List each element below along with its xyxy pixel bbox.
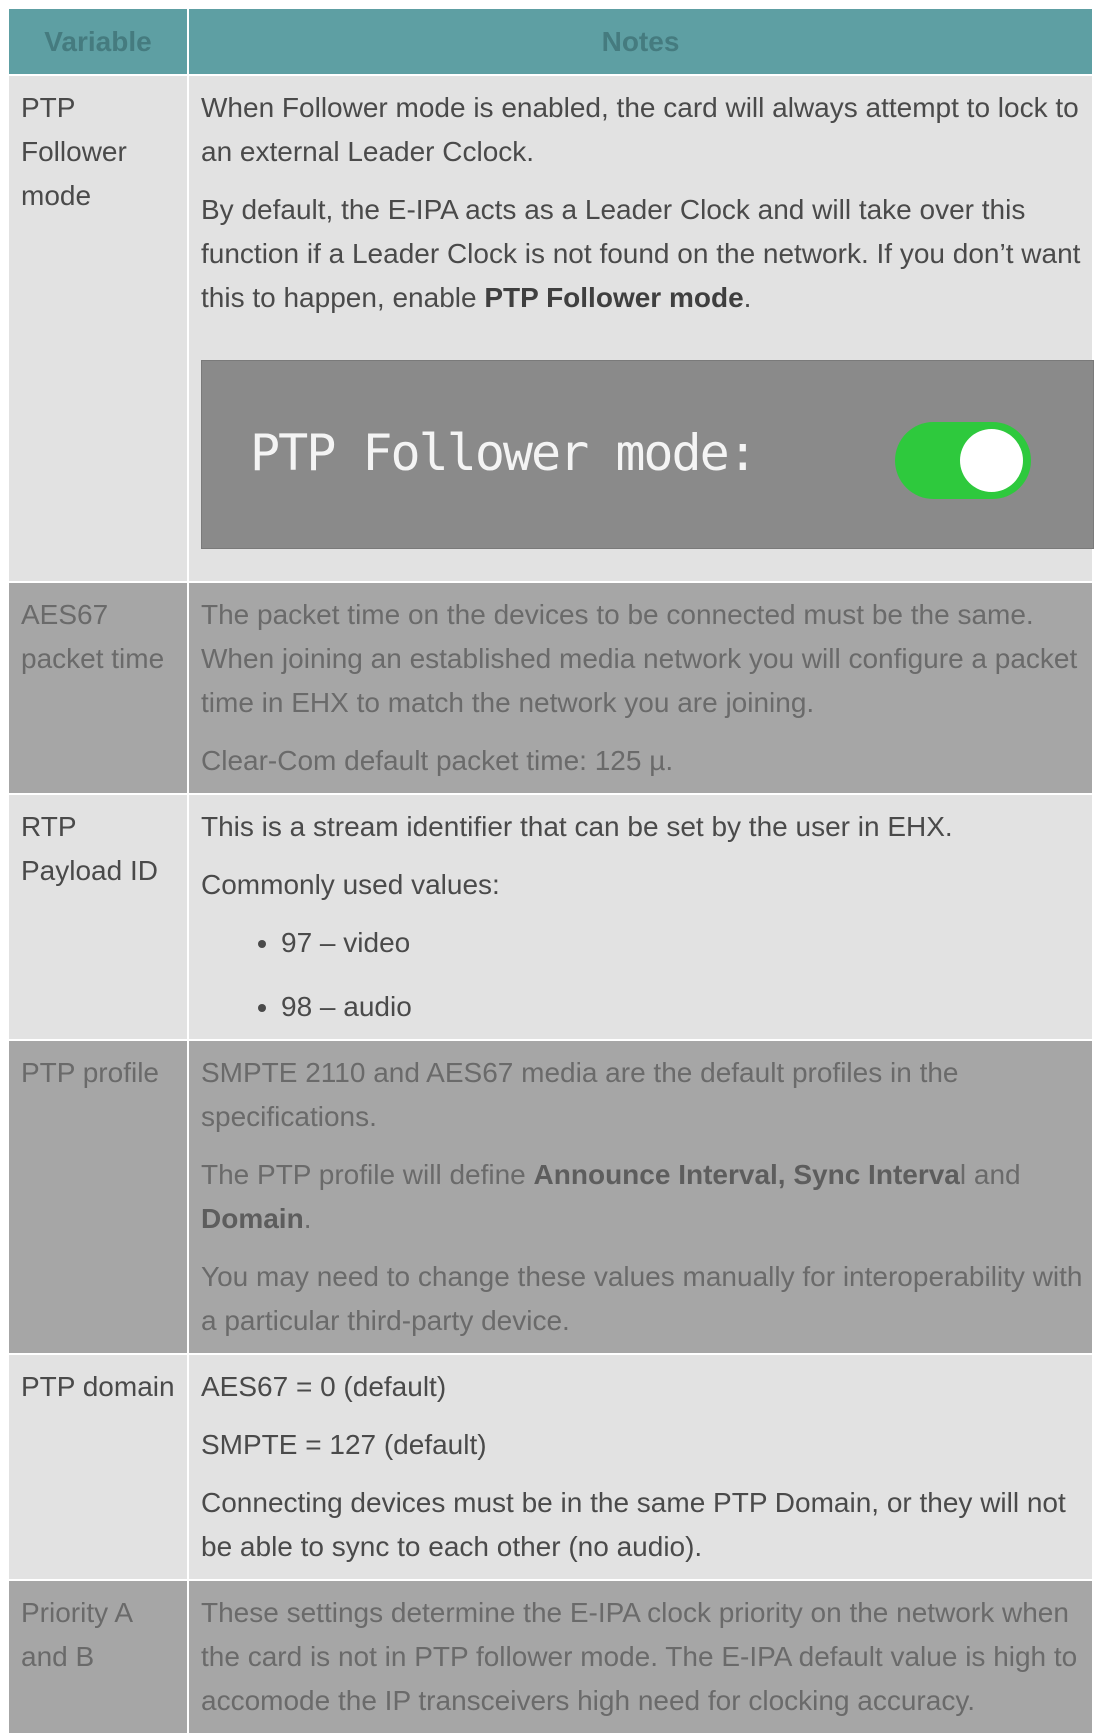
ptp-follower-toggle-switch[interactable] [895,422,1031,499]
notes-cell: SMPTE 2110 and AES67 media are the defau… [187,1039,1094,1355]
variable-cell: Priority A and B [7,1579,189,1735]
row-priority-a-and-b: Priority A and B These settings determin… [7,1579,1094,1735]
list-item: 98 – audio [281,985,1088,1029]
note-paragraph: This is a stream identifier that can be … [201,811,953,842]
notes-cell: AES67 = 0 (default) SMPTE = 127 (default… [187,1353,1094,1581]
note-paragraph: Connecting devices must be in the same P… [201,1487,1066,1562]
list-item: 97 – video [281,921,1088,965]
row-ptp-follower-mode: PTP Follower mode When Follower mode is … [7,74,1094,583]
header-notes: Notes [187,7,1094,76]
variable-cell: PTP Follower mode [7,74,189,583]
common-values-list: 97 – video 98 – audio [201,921,1088,1029]
note-paragraph: Clear-Com default packet time: 125 µ. [201,745,674,776]
notes-cell: This is a stream identifier that can be … [187,793,1094,1041]
note-paragraph: The packet time on the devices to be con… [201,599,1078,718]
note-paragraph: When Follower mode is enabled, the card … [201,92,1079,167]
bold-term: Announce Interval, Sync Interva [533,1159,960,1190]
bold-term: Domain [201,1203,304,1234]
note-paragraph: These settings determine the E-IPA clock… [201,1597,1078,1716]
note-paragraph: SMPTE 2110 and AES67 media are the defau… [201,1057,959,1132]
row-rtp-payload-id: RTP Payload ID This is a stream identifi… [7,793,1094,1041]
toggle-knob [960,429,1023,492]
note-paragraph: The PTP profile will define Announce Int… [201,1159,1021,1234]
notes-cell: The packet time on the devices to be con… [187,581,1094,795]
variables-table: Variable Notes PTP Follower mode When Fo… [7,7,1094,1735]
variable-cell: PTP domain [7,1353,189,1581]
variable-cell: AES67 packet time [7,581,189,795]
variable-cell: RTP Payload ID [7,793,189,1041]
row-aes67-packet-time: AES67 packet time The packet time on the… [7,581,1094,795]
variable-cell: PTP profile [7,1039,189,1355]
note-paragraph: You may need to change these values manu… [201,1261,1083,1336]
ptp-follower-mode-screenshot: PTP Follower mode: [201,360,1094,549]
note-paragraph: SMPTE = 127 (default) [201,1429,487,1460]
toggle-label: PTP Follower mode: [250,424,758,482]
bold-term: PTP Follower mode [484,282,744,313]
header-variable: Variable [7,7,189,76]
note-paragraph: AES67 = 0 (default) [201,1371,447,1402]
note-paragraph: By default, the E-IPA acts as a Leader C… [201,194,1081,313]
notes-cell: When Follower mode is enabled, the card … [187,74,1094,583]
table-header-row: Variable Notes [7,7,1094,76]
note-paragraph: Commonly used values: [201,869,500,900]
notes-cell: These settings determine the E-IPA clock… [187,1579,1094,1735]
row-ptp-domain: PTP domain AES67 = 0 (default) SMPTE = 1… [7,1353,1094,1581]
row-ptp-profile: PTP profile SMPTE 2110 and AES67 media a… [7,1039,1094,1355]
